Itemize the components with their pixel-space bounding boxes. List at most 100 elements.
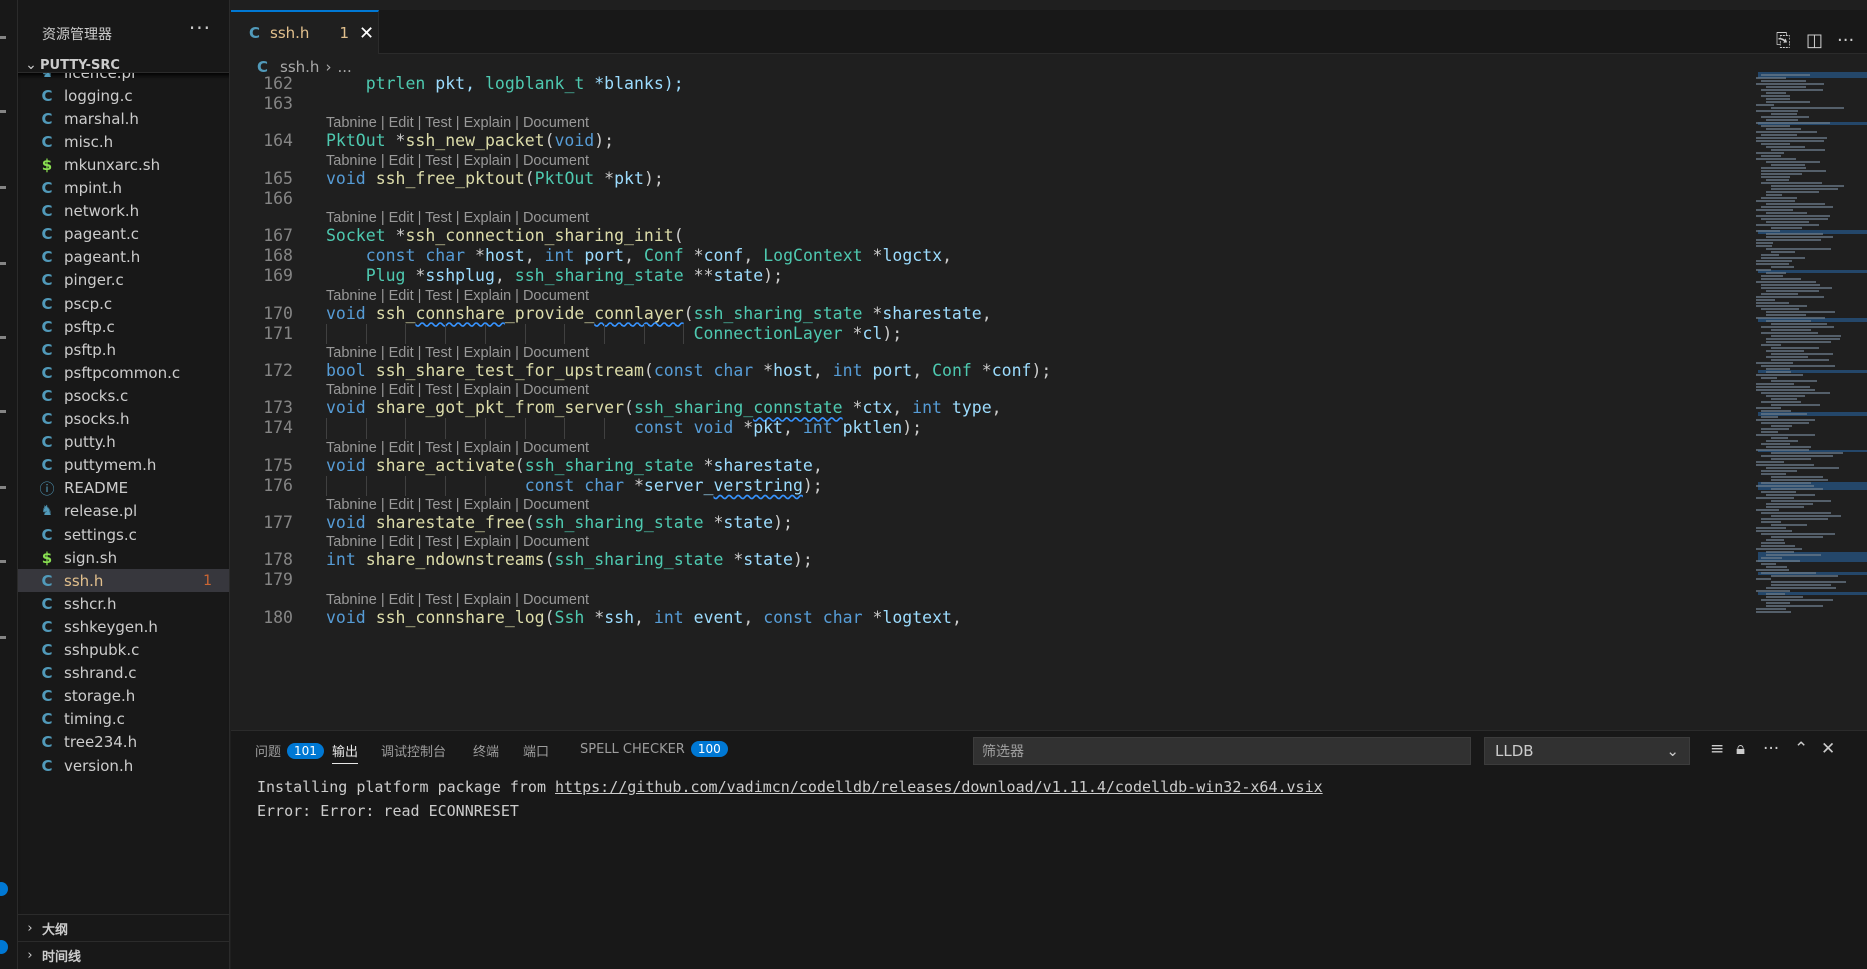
codelens-actions[interactable]: Tabnine | Edit | Test | Explain | Docume…: [326, 153, 589, 169]
file-item[interactable]: Cnetwork.h: [18, 200, 229, 223]
close-panel-icon[interactable]: ✕: [1821, 739, 1835, 759]
file-item[interactable]: Ctiming.c: [18, 708, 229, 731]
codelens-actions[interactable]: Tabnine | Edit | Test | Explain | Docume…: [326, 440, 589, 456]
download-link[interactable]: https://github.com/vadimcn/codelldb/rele…: [555, 778, 1323, 796]
panel-tab[interactable]: 问题 101: [255, 741, 324, 760]
code-token: ,: [524, 246, 545, 266]
minimap-line: [1761, 80, 1807, 82]
file-item[interactable]: Cmisc.h: [18, 130, 229, 153]
file-item[interactable]: Csshcr.h: [18, 592, 229, 615]
filter-input[interactable]: 筛选器: [973, 737, 1471, 765]
code-token: port: [872, 361, 913, 380]
minimap-line: [1761, 572, 1817, 574]
open-changes-icon[interactable]: ⎘: [1776, 30, 1790, 51]
folder-header[interactable]: ⌄ PUTTY-SRC: [22, 57, 120, 73]
code-token: ,: [812, 361, 833, 380]
codelens-actions[interactable]: Tabnine | Edit | Test | Explain | Docume…: [326, 382, 589, 398]
file-item[interactable]: Csshkeygen.h: [18, 615, 229, 638]
more-actions-icon[interactable]: ···: [1763, 739, 1779, 759]
file-item[interactable]: Cssh.h 1: [18, 569, 229, 593]
file-item[interactable]: Cpageant.c: [18, 223, 229, 246]
activity-icon[interactable]: [0, 486, 6, 489]
activity-icon[interactable]: [0, 636, 6, 639]
output-text: Installing platform package from https:/…: [257, 775, 1323, 823]
code-token: const: [763, 607, 813, 627]
file-item[interactable]: Clogging.c: [18, 84, 229, 107]
activity-icon[interactable]: [0, 110, 6, 113]
minimap[interactable]: [1750, 72, 1867, 730]
codelens-actions[interactable]: Tabnine | Edit | Test | Explain | Docume…: [326, 115, 589, 131]
code-token: void: [326, 168, 366, 188]
code-token: int: [653, 607, 684, 627]
minimap-line: [1761, 455, 1833, 457]
file-item[interactable]: Cversion.h: [18, 754, 229, 777]
file-item[interactable]: $ mkunxarc.sh: [18, 153, 229, 176]
file-item[interactable]: Cpsocks.h: [18, 408, 229, 431]
activity-icon[interactable]: [0, 336, 6, 339]
code-token: *: [703, 513, 724, 532]
code-token: *: [971, 361, 992, 380]
file-item[interactable]: Cputty.h: [18, 431, 229, 454]
codelens-actions[interactable]: Tabnine | Edit | Test | Explain | Docume…: [326, 592, 589, 608]
file-item[interactable]: ♞ licence.pl: [18, 73, 229, 84]
panel-tab[interactable]: 输出: [332, 741, 358, 760]
panel-tab[interactable]: 终端: [473, 741, 499, 760]
file-item[interactable]: Cmarshal.h: [18, 107, 229, 130]
code-token: (: [544, 131, 555, 151]
codelens-actions[interactable]: Tabnine | Edit | Test | Explain | Docume…: [326, 288, 589, 304]
codelens-actions[interactable]: Tabnine | Edit | Test | Explain | Docume…: [326, 534, 589, 550]
file-item[interactable]: Ctree234.h: [18, 731, 229, 754]
file-item[interactable]: Cpsftp.c: [18, 315, 229, 338]
activity-icon[interactable]: [0, 186, 6, 189]
file-item[interactable]: Cpsftp.h: [18, 338, 229, 361]
minimap-line: [1756, 269, 1772, 271]
file-item[interactable]: Cputtymem.h: [18, 454, 229, 477]
timeline-section[interactable]: › 时间线: [18, 941, 229, 968]
settings-badge-icon[interactable]: [0, 940, 8, 954]
code-line: PktOut *ssh_new_packet(void);: [326, 131, 614, 150]
lock-scroll-icon[interactable]: 🔒︎: [1736, 739, 1745, 759]
panel-tab[interactable]: SPELL CHECKER 100: [580, 741, 728, 757]
clear-output-icon[interactable]: ≡: [1710, 739, 1724, 759]
panel-tab[interactable]: 端口: [523, 741, 549, 760]
minimap-line: [1756, 383, 1795, 385]
file-item[interactable]: Cpsftpcommon.c: [18, 361, 229, 384]
file-item[interactable]: Csshpubk.c: [18, 639, 229, 662]
activity-icon[interactable]: [0, 560, 6, 563]
file-item[interactable]: Cpageant.h: [18, 246, 229, 269]
output-channel-select[interactable]: LLDB ⌄: [1484, 737, 1690, 765]
account-badge-icon[interactable]: [0, 882, 8, 896]
activity-icon[interactable]: [0, 410, 6, 413]
tab-ssh-h[interactable]: C ssh.h 1 ✕: [231, 10, 379, 54]
indent-guide: [683, 323, 685, 344]
split-editor-icon[interactable]: ◫: [1806, 30, 1823, 51]
more-actions-icon[interactable]: ···: [1837, 30, 1854, 51]
file-item[interactable]: Cpscp.c: [18, 292, 229, 315]
file-item[interactable]: Cmpint.h: [18, 177, 229, 200]
codelens-actions[interactable]: Tabnine | Edit | Test | Explain | Docume…: [326, 497, 589, 513]
minimap-line: [1771, 329, 1811, 331]
activity-icon[interactable]: [0, 262, 6, 265]
file-item[interactable]: $ sign.sh: [18, 546, 229, 569]
c-file-icon: C: [41, 687, 53, 706]
minimap-line: [1756, 608, 1786, 610]
panel-tab[interactable]: 调试控制台: [381, 741, 446, 760]
activity-icon[interactable]: [0, 36, 6, 39]
code-token: ssh: [604, 607, 635, 627]
codelens-actions[interactable]: Tabnine | Edit | Test | Explain | Docume…: [326, 210, 589, 226]
file-item[interactable]: Csettings.c: [18, 523, 229, 546]
file-item[interactable]: ♞ release.pl: [18, 500, 229, 523]
minimap-line: [1756, 242, 1774, 244]
more-actions-icon[interactable]: ···: [189, 16, 211, 40]
file-item[interactable]: Csshrand.c: [18, 662, 229, 685]
file-item[interactable]: Cstorage.h: [18, 685, 229, 708]
file-item[interactable]: Cpinger.c: [18, 269, 229, 292]
code-area[interactable]: 162 ptrlen pkt, logblank_t *blanks); 163 T…: [231, 72, 1751, 730]
file-item[interactable]: ⓘ README: [18, 477, 229, 500]
codelens-actions[interactable]: Tabnine | Edit | Test | Explain | Docume…: [326, 345, 589, 361]
file-item[interactable]: Cpsocks.c: [18, 384, 229, 407]
maximize-panel-icon[interactable]: ⌃: [1794, 739, 1808, 759]
outline-section[interactable]: › 大纲: [18, 914, 229, 941]
close-icon[interactable]: ✕: [359, 23, 374, 44]
